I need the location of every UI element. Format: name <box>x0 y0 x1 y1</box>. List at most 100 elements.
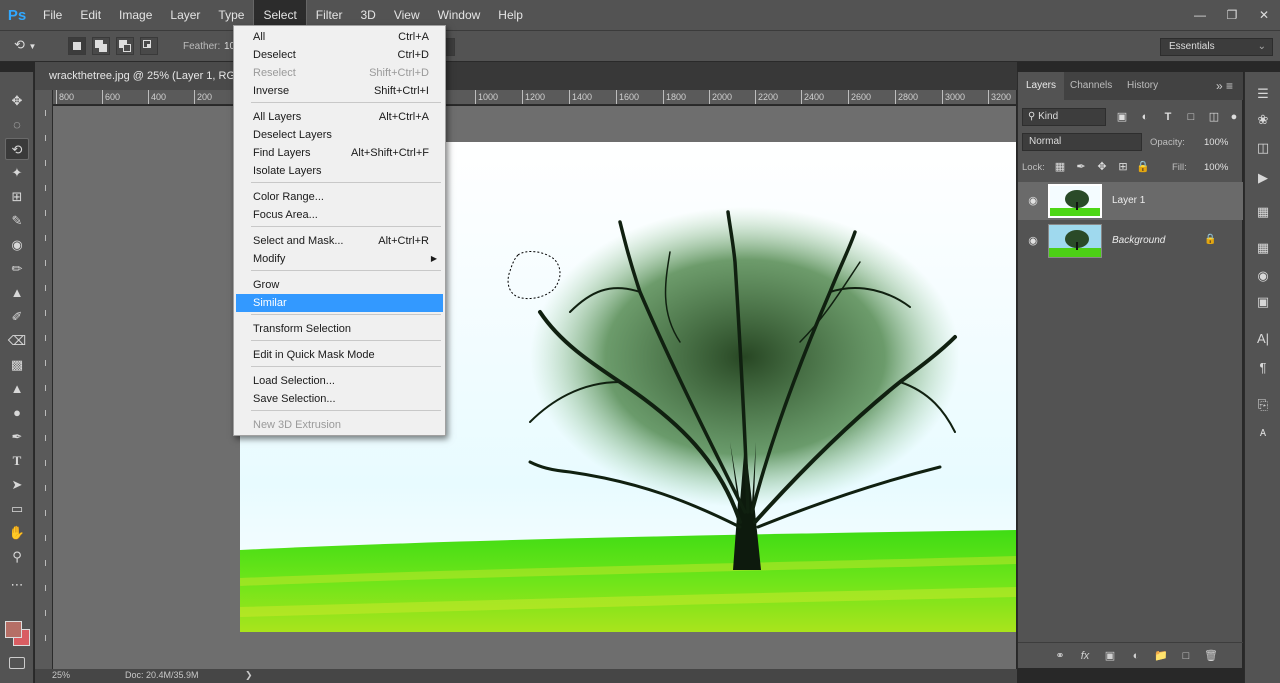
blend-mode-select[interactable]: Normal <box>1022 133 1142 151</box>
dodge-tool-icon[interactable]: ● <box>5 402 29 424</box>
menu-edit[interactable]: Edit <box>71 0 110 30</box>
menu-item-load-selection[interactable]: Load Selection... <box>236 372 443 390</box>
crop-tool-icon[interactable]: ⊞ <box>5 186 29 208</box>
minimize-icon[interactable]: — <box>1184 0 1216 30</box>
character-icon[interactable]: A| <box>1252 329 1274 349</box>
quick-selection-tool-icon[interactable]: ✦ <box>5 162 29 184</box>
panel-menu-icon[interactable]: » ≡ <box>1216 72 1233 100</box>
marquee-tool-icon[interactable]: ◌ <box>5 114 29 136</box>
tab-channels[interactable]: Channels <box>1070 72 1112 100</box>
eyedropper-tool-icon[interactable]: ✎ <box>5 210 29 232</box>
menu-item-transform-selection[interactable]: Transform Selection <box>236 320 443 338</box>
layer-name[interactable]: Background <box>1112 235 1165 246</box>
new-layer-icon[interactable]: □ <box>1178 648 1194 664</box>
pen-tool-icon[interactable]: ✒ <box>5 426 29 448</box>
filter-smart-object-icon[interactable]: ◫ <box>1206 109 1222 125</box>
tab-history[interactable]: History <box>1127 72 1158 100</box>
layer-style-fx-icon[interactable]: fx <box>1077 648 1093 664</box>
menu-item-focus-area[interactable]: Focus Area... <box>236 206 443 224</box>
menu-item-all[interactable]: All Ctrl+A <box>236 28 443 46</box>
menu-item-color-range[interactable]: Color Range... <box>236 188 443 206</box>
lock-all-icon[interactable]: 🔒 <box>1135 159 1151 175</box>
menu-item-deselect-layers[interactable]: Deselect Layers <box>236 126 443 144</box>
more-tools-icon[interactable]: ⋯ <box>5 574 29 596</box>
filter-toggle-icon[interactable]: ● <box>1226 109 1242 125</box>
tab-layers[interactable]: Layers <box>1018 72 1065 100</box>
blur-tool-icon[interactable]: ▲ <box>5 378 29 400</box>
filter-type-icon[interactable]: T <box>1160 109 1176 125</box>
lock-transparent-icon[interactable]: ▦ <box>1052 159 1068 175</box>
healing-brush-tool-icon[interactable]: ◉ <box>5 234 29 256</box>
menu-item-select-and-mask[interactable]: Select and Mask... Alt+Ctrl+R <box>236 232 443 250</box>
menu-item-inverse[interactable]: Inverse Shift+Ctrl+I <box>236 82 443 100</box>
menu-image[interactable]: Image <box>110 0 161 30</box>
visibility-eye-icon[interactable]: ◉ <box>1027 235 1039 247</box>
zoom-tool-icon[interactable]: ⚲ <box>5 546 29 568</box>
swatches-icon[interactable]: ▦ <box>1252 238 1274 258</box>
layer-row-background[interactable]: ◉ Background 🔒 <box>1018 222 1243 260</box>
paragraph-icon[interactable]: ¶ <box>1252 358 1274 378</box>
libraries-icon[interactable]: ◫ <box>1252 138 1274 158</box>
workspace-select[interactable]: Essentials ⌄ <box>1160 38 1273 56</box>
lock-artboard-icon[interactable]: ⊞ <box>1115 159 1131 175</box>
layer-row-layer-1[interactable]: ◉ Layer 1 <box>1018 182 1243 220</box>
lock-image-icon[interactable]: ✒ <box>1073 159 1089 175</box>
kind-filter-select[interactable]: ⚲ Kind <box>1022 108 1106 126</box>
history-brush-tool-icon[interactable]: ✐ <box>5 306 29 328</box>
properties-icon[interactable]: ▦ <box>1252 202 1274 222</box>
menu-item-quick-mask-mode[interactable]: Edit in Quick Mask Mode <box>236 346 443 364</box>
menu-item-find-layers[interactable]: Find Layers Alt+Shift+Ctrl+F <box>236 144 443 162</box>
adjustment-layer-icon[interactable]: ◐ <box>1128 648 1144 664</box>
lock-position-icon[interactable]: ✥ <box>1094 159 1110 175</box>
eraser-tool-icon[interactable]: ⌫ <box>5 330 29 352</box>
link-layers-icon[interactable]: ⚭ <box>1052 648 1068 664</box>
glyphs-icon[interactable]: ᴀ <box>1252 422 1274 442</box>
styles-icon[interactable]: ▣ <box>1252 292 1274 312</box>
menu-item-grow[interactable]: Grow <box>236 276 443 294</box>
clone-source-icon[interactable]: ⎘ <box>1252 395 1274 415</box>
close-icon[interactable]: ✕ <box>1248 0 1280 30</box>
layers-panel-icon[interactable]: ☰ <box>1252 84 1274 104</box>
clone-stamp-tool-icon[interactable]: ▲ <box>5 282 29 304</box>
new-selection-button[interactable] <box>68 37 86 55</box>
adjustments-icon[interactable]: ❀ <box>1252 110 1274 130</box>
new-group-folder-icon[interactable]: 📁 <box>1153 648 1169 664</box>
menu-item-deselect[interactable]: Deselect Ctrl+D <box>236 46 443 64</box>
filter-adjustment-icon[interactable]: ◐ <box>1137 109 1153 125</box>
menu-item-isolate-layers[interactable]: Isolate Layers <box>236 162 443 180</box>
opacity-input[interactable]: 100% <box>1204 137 1228 148</box>
intersect-selection-button[interactable] <box>140 37 158 55</box>
zoom-level[interactable]: 25% <box>52 670 70 680</box>
restore-icon[interactable]: ❐ <box>1216 0 1248 30</box>
add-mask-icon[interactable]: ▣ <box>1102 648 1118 664</box>
path-selection-tool-icon[interactable]: ➤ <box>5 474 29 496</box>
history-icon[interactable]: ▶ <box>1252 168 1274 188</box>
fill-input[interactable]: 100% <box>1204 162 1228 173</box>
foreground-color-swatch[interactable] <box>5 621 22 638</box>
rectangle-tool-icon[interactable]: ▭ <box>5 498 29 520</box>
gradient-tool-icon[interactable]: ▩ <box>5 354 29 376</box>
tool-preset-picker[interactable]: ⟲ ▼ <box>14 37 50 57</box>
add-to-selection-button[interactable] <box>92 37 110 55</box>
move-tool-icon[interactable]: ✥ <box>5 90 29 112</box>
hand-tool-icon[interactable]: ✋ <box>5 522 29 544</box>
lasso-tool-icon[interactable]: ⟲ <box>5 138 29 160</box>
visibility-eye-icon[interactable]: ◉ <box>1027 195 1039 207</box>
menu-help[interactable]: Help <box>489 0 532 30</box>
subtract-from-selection-button[interactable] <box>116 37 134 55</box>
document-tab[interactable]: wrackthetree.jpg @ 25% (Layer 1, RGB <box>35 62 240 90</box>
trash-icon[interactable]: 🗑 <box>1203 648 1219 664</box>
menu-file[interactable]: File <box>34 0 71 30</box>
menu-layer[interactable]: Layer <box>161 0 209 30</box>
menu-item-all-layers[interactable]: All Layers Alt+Ctrl+A <box>236 108 443 126</box>
quick-mask-icon[interactable] <box>9 657 25 669</box>
filter-pixel-icon[interactable]: ▣ <box>1114 109 1130 125</box>
type-tool-icon[interactable]: T <box>5 450 29 472</box>
menu-item-save-selection[interactable]: Save Selection... <box>236 390 443 408</box>
brush-tool-icon[interactable]: ✏ <box>5 258 29 280</box>
status-menu-arrow-icon[interactable]: ❯ <box>245 670 253 681</box>
color-icon[interactable]: ◉ <box>1252 266 1274 286</box>
menu-item-similar[interactable]: Similar <box>236 294 443 312</box>
layer-name[interactable]: Layer 1 <box>1112 195 1145 206</box>
filter-shape-icon[interactable]: □ <box>1183 109 1199 125</box>
